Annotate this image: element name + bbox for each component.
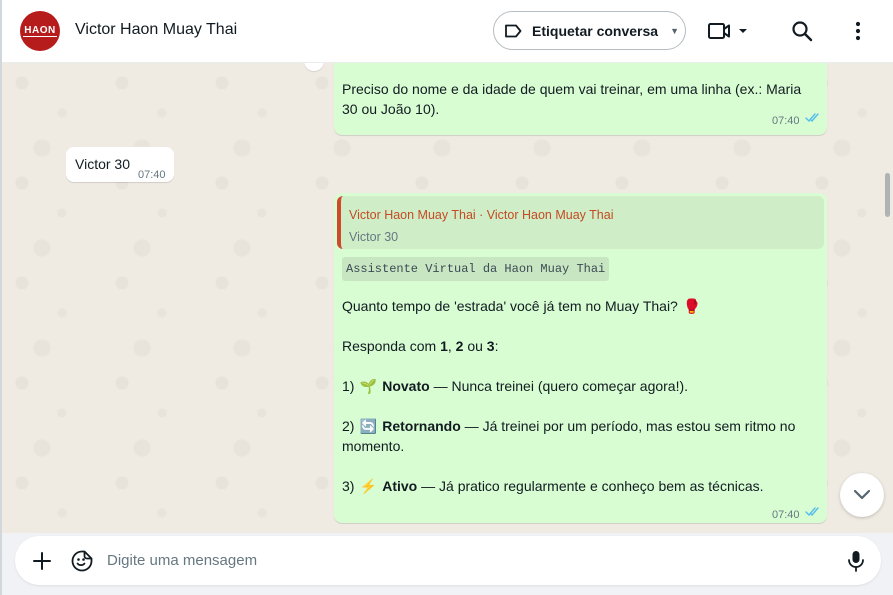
avatar[interactable]: HAON — [20, 11, 60, 51]
chevron-down-icon — [853, 489, 871, 500]
search-icon — [792, 21, 813, 42]
composer-bar — [2, 533, 893, 595]
message-text: Victor 30 — [75, 156, 130, 172]
message-list[interactable]: Preciso do nome e da idade de quem vai t… — [2, 63, 893, 533]
option-number: 1) — [342, 378, 355, 394]
quoted-text: Victor 30 — [349, 230, 399, 244]
boxing-glove-icon: 🥊 — [683, 298, 701, 314]
respond-option-3: 3 — [486, 338, 495, 354]
message-time: 07:40 — [772, 115, 800, 127]
option-description: — Já pratico regularmente e conheço bem … — [417, 478, 764, 494]
video-camera-icon — [708, 23, 747, 39]
option-description: — Nunca treinei (quero começar agora!). — [429, 378, 689, 394]
label-conversation-text: Etiquetar conversa — [532, 22, 659, 39]
menu-button[interactable] — [848, 18, 868, 44]
chevron-down-icon: ▼ — [670, 25, 679, 36]
message-text: Preciso do nome e da idade de quem vai t… — [342, 81, 802, 117]
respond-sep-2: ou — [463, 338, 487, 354]
message-time: 07:40 — [138, 169, 166, 181]
read-ticks-icon — [805, 113, 819, 123]
label-conversation-button[interactable]: Etiquetar conversa ▼ — [493, 11, 686, 50]
sticker-emoji-icon[interactable] — [70, 549, 94, 573]
question-line: Quanto tempo de 'estrada' você já tem no… — [342, 296, 812, 316]
option-title: Ativo — [382, 478, 418, 494]
option-retornando: 2) 🔄 Retornando — Já treinei por um perí… — [342, 416, 812, 456]
monospace-label: Assistente Virtual da Haon Muay Thai — [342, 257, 610, 281]
scrollbar-thumb[interactable] — [885, 173, 890, 217]
message-input[interactable] — [107, 548, 827, 572]
refresh-icon: 🔄 — [359, 418, 378, 434]
seedling-icon: 🌱 — [359, 378, 378, 394]
lightning-icon: ⚡ — [359, 478, 378, 494]
option-title: Novato — [382, 378, 430, 394]
respond-prefix: Responda com — [342, 338, 441, 354]
respond-sep-1: , — [447, 338, 456, 354]
search-button[interactable] — [789, 18, 815, 44]
respond-option-1: 1 — [440, 338, 448, 354]
contact-name[interactable]: Victor Haon Muay Thai — [75, 21, 237, 39]
chat-window: HAON Victor Haon Muay Thai Etiquetar con… — [0, 0, 893, 595]
message-time: 07:40 — [772, 509, 800, 521]
read-ticks-icon — [805, 507, 819, 517]
quoted-author: Victor Haon Muay Thai · Victor Haon Muay… — [349, 208, 614, 222]
message-outgoing[interactable]: Preciso do nome e da idade de quem vai t… — [334, 63, 827, 135]
respond-end: : — [494, 338, 499, 354]
message-outgoing[interactable]: Victor Haon Muay Thai · Victor Haon Muay… — [334, 193, 827, 523]
question-text: Quanto tempo de 'estrada' você já tem no… — [342, 298, 678, 314]
avatar-logo-text: HAON — [23, 25, 57, 37]
chat-header: HAON Victor Haon Muay Thai Etiquetar con… — [2, 0, 893, 63]
forward-icon[interactable] — [304, 63, 324, 71]
label-icon — [504, 21, 524, 41]
more-vertical-icon — [855, 21, 861, 41]
option-number: 3) — [342, 478, 355, 494]
video-call-button[interactable] — [705, 19, 753, 43]
option-number: 2) — [342, 418, 355, 434]
option-ativo: 3) ⚡ Ativo — Já pratico regularmente e c… — [342, 476, 812, 496]
microphone-icon[interactable] — [845, 549, 867, 573]
quoted-message[interactable]: Victor Haon Muay Thai · Victor Haon Muay… — [337, 196, 824, 249]
message-incoming[interactable]: Victor 30 07:40 — [66, 147, 174, 182]
attach-plus-icon[interactable] — [31, 550, 53, 572]
option-title: Retornando — [382, 418, 461, 434]
scroll-to-bottom-button[interactable] — [840, 473, 884, 517]
respond-line: Responda com 1, 2 ou 3: — [342, 336, 812, 356]
option-novato: 1) 🌱 Novato — Nunca treinei (quero começ… — [342, 376, 812, 396]
composer — [15, 536, 881, 585]
